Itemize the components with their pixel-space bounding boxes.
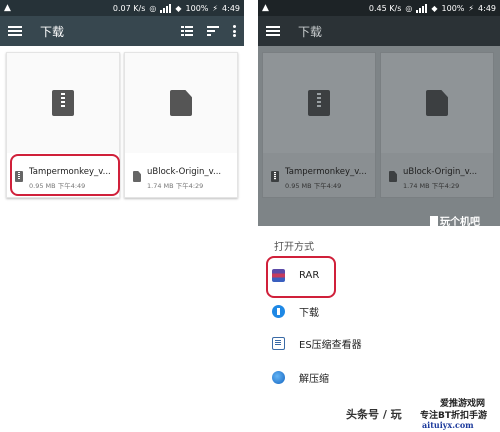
- menu-icon[interactable]: [266, 26, 280, 36]
- signal-icon: [160, 3, 172, 13]
- left-phone-screen: ▲ 0.07 K/s ◎ ◆ 100% ⚡ 4:49 下载 Tampermonk…: [0, 0, 244, 432]
- more-options-icon[interactable]: [233, 25, 236, 37]
- clock: 4:49: [222, 3, 240, 13]
- es-viewer-icon: [272, 336, 285, 350]
- file-grid: Tampermonkey_v... 0.95 MB 下午4:49 uBlock-…: [262, 52, 494, 200]
- page-title: 下载: [40, 24, 65, 39]
- zip-file-icon: [308, 90, 330, 116]
- status-bar: ▲ 0.07 K/s ◎ ◆ 100% ⚡ 4:49: [0, 0, 244, 16]
- option-label: 解压缩: [299, 373, 329, 385]
- app-bar: 下载: [258, 16, 500, 46]
- document-file-icon: [133, 171, 141, 182]
- highlight-box-tampermonkey: [10, 154, 120, 196]
- clock: 4:49: [478, 3, 496, 13]
- file-time: 下午4:29: [431, 182, 460, 190]
- file-card-ublock[interactable]: uBlock-Origin_v... 1.74 MB 下午4:29: [124, 52, 238, 198]
- file-thumbnail: [125, 53, 237, 153]
- document-file-icon: [426, 90, 448, 116]
- zip-file-icon: [52, 90, 74, 116]
- option-label: 下载: [299, 307, 319, 319]
- file-name: Tampermonkey_v...: [285, 167, 367, 177]
- file-size: 1.74 MB: [147, 182, 174, 190]
- file-name: uBlock-Origin_v...: [147, 167, 222, 177]
- highlight-box-rar: [266, 256, 336, 298]
- page-title: 下载: [298, 24, 323, 39]
- network-speed: 0.45 K/s: [368, 3, 402, 13]
- file-thumbnail: [7, 53, 119, 153]
- app-bar: 下载: [0, 16, 244, 46]
- hotspot-icon: ◎: [149, 3, 157, 13]
- file-size: 1.74 MB: [403, 182, 430, 190]
- network-speed: 0.07 K/s: [112, 3, 146, 13]
- document-file-icon: [389, 171, 397, 182]
- warning-icon: ▲: [262, 3, 269, 13]
- file-card-ublock: uBlock-Origin_v... 1.74 MB 下午4:29: [380, 52, 494, 198]
- wifi-icon: ◆: [431, 3, 438, 13]
- battery-level: 100%: [441, 3, 465, 13]
- wifi-icon: ◆: [175, 3, 182, 13]
- charging-icon: ⚡: [468, 3, 475, 13]
- download-icon: [272, 304, 285, 318]
- watermark-aitui-url: aituiyx.com: [422, 420, 474, 430]
- signal-icon: [416, 3, 428, 13]
- file-name: uBlock-Origin_v...: [403, 167, 478, 177]
- file-time: 下午4:29: [175, 182, 204, 190]
- option-label: ES压缩查看器: [299, 339, 362, 351]
- sort-icon[interactable]: [207, 26, 219, 36]
- file-thumbnail: [381, 53, 493, 153]
- option-es-viewer[interactable]: ES压缩查看器: [272, 332, 362, 354]
- charging-icon: ⚡: [212, 3, 219, 13]
- zip-file-icon: [271, 171, 279, 182]
- option-unzip[interactable]: 解压缩: [272, 366, 329, 388]
- warning-icon: ▲: [4, 3, 11, 13]
- list-view-icon[interactable]: [181, 26, 193, 36]
- watermark-wan: 玩个机吧: [430, 213, 480, 228]
- menu-icon[interactable]: [8, 26, 22, 36]
- unzip-icon: [272, 370, 285, 384]
- option-download[interactable]: 下载: [272, 300, 319, 322]
- sheet-title: 打开方式: [274, 242, 314, 253]
- screenshot-stage: ▲ 0.07 K/s ◎ ◆ 100% ⚡ 4:49 下载 Tampermonk…: [0, 0, 500, 432]
- status-bar: ▲ 0.45 K/s ◎ ◆ 100% ⚡ 4:49: [258, 0, 500, 16]
- watermark-toutiao: 头条号 / 玩: [346, 408, 402, 421]
- file-time: 下午4:49: [313, 182, 342, 190]
- file-size: 0.95 MB: [285, 182, 312, 190]
- battery-level: 100%: [185, 3, 209, 13]
- hotspot-icon: ◎: [405, 3, 413, 13]
- file-card-tampermonkey: Tampermonkey_v... 0.95 MB 下午4:49: [262, 52, 376, 198]
- file-thumbnail: [263, 53, 375, 153]
- document-file-icon: [170, 90, 192, 116]
